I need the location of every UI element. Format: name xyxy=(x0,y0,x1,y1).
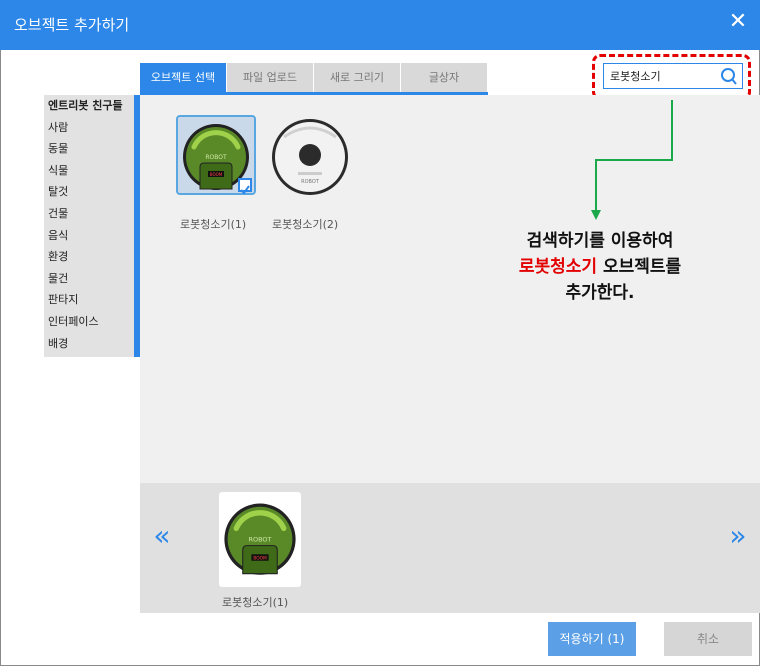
annotation-line-2-rest: 오브젝트를 xyxy=(597,257,682,277)
object-tile-robot-vacuum-1[interactable]: ROBOT BOOM xyxy=(176,115,256,195)
sidebar-item-animals[interactable]: 동물 xyxy=(44,138,134,160)
object-tile-robot-vacuum-2[interactable]: ROBOT xyxy=(270,117,350,197)
cancel-button[interactable]: 취소 xyxy=(664,622,752,656)
sidebar-item-buildings[interactable]: 건물 xyxy=(44,203,134,225)
robot-logo-text: ROBOT xyxy=(301,179,320,185)
annotation-line-1: 검색하기를 이용하여 xyxy=(526,231,674,251)
sidebar-item-plants[interactable]: 식물 xyxy=(44,160,134,182)
dialog-title: 오브젝트 추가하기 xyxy=(14,16,130,34)
object-label-1: 로봇청소기(1) xyxy=(180,218,247,231)
sidebar-item-fantasy[interactable]: 판타지 xyxy=(44,289,134,311)
sidebar-item-people[interactable]: 사람 xyxy=(44,117,134,139)
double-chevron-left-icon[interactable]: « xyxy=(148,522,176,550)
tab-new-drawing[interactable]: 새로 그리기 xyxy=(314,63,400,92)
double-chevron-right-icon[interactable]: » xyxy=(724,522,752,550)
tab-file-upload[interactable]: 파일 업로드 xyxy=(227,63,313,92)
robot-logo-text: ROBOT xyxy=(249,535,272,543)
callout-arrow xyxy=(591,100,673,220)
category-sidebar: 엔트리봇 친구들 사람 동물 식물 탈것 건물 음식 환경 물건 판타지 인터페… xyxy=(44,95,140,357)
sidebar-item-food[interactable]: 음식 xyxy=(44,225,134,247)
annotation-line-2: 로봇청소기 오브젝트를 xyxy=(470,254,730,280)
robot-logo-text: ROBOT xyxy=(205,154,227,161)
search-highlight-box xyxy=(592,54,751,100)
tab-textbox[interactable]: 글상자 xyxy=(401,63,487,92)
instruction-annotation: 검색하기를 이용하여 로봇청소기 오브젝트를 추가한다. xyxy=(470,228,730,306)
selected-object-label: 로봇청소기(1) xyxy=(222,596,289,609)
sidebar-item-entrybot-friends[interactable]: 엔트리봇 친구들 xyxy=(44,95,134,117)
sidebar-item-interface[interactable]: 인터페이스 xyxy=(44,311,134,333)
apply-button[interactable]: 적용하기 (1) xyxy=(548,622,636,656)
tab-object-select[interactable]: 오브젝트 선택 xyxy=(140,63,226,92)
selected-object-robot-vacuum-1[interactable]: ROBOT BOOM xyxy=(219,492,301,587)
annotation-highlight-word: 로봇청소기 xyxy=(518,257,598,277)
robot-display-text: BOOM xyxy=(253,556,267,562)
annotation-line-3: 추가한다. xyxy=(565,283,635,303)
tab-bar: 오브젝트 선택 파일 업로드 새로 그리기 글상자 xyxy=(140,63,488,95)
dialog-titlebar: 오브젝트 추가하기 ✕ xyxy=(0,0,760,50)
sidebar-item-background[interactable]: 배경 xyxy=(44,333,134,355)
sidebar-item-things[interactable]: 물건 xyxy=(44,268,134,290)
sidebar-item-vehicles[interactable]: 탈것 xyxy=(44,181,134,203)
robot-display-text: BOOM xyxy=(210,172,223,177)
object-label-2: 로봇청소기(2) xyxy=(272,218,339,231)
close-icon[interactable]: ✕ xyxy=(726,10,750,34)
robot-vacuum-white-icon: ROBOT xyxy=(272,119,348,195)
selected-checkbox-icon[interactable] xyxy=(238,178,252,195)
robot-vacuum-green-icon: ROBOT BOOM xyxy=(224,503,296,575)
sidebar-item-environment[interactable]: 환경 xyxy=(44,246,134,268)
